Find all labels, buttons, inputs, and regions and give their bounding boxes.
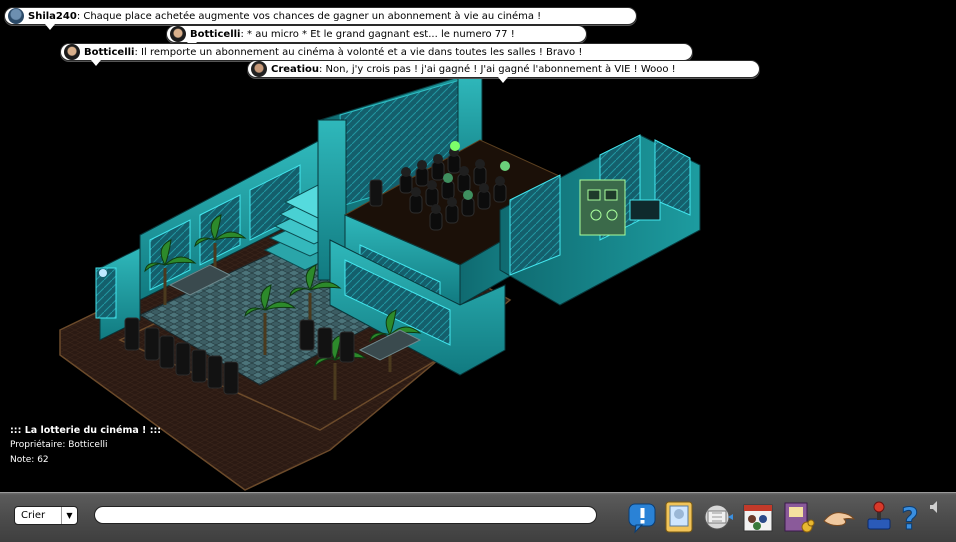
chat-bubble[interactable]: Shila240 : Chaque place achetée augmente… <box>4 7 637 30</box>
room-info-panel: ::: La lotterie du cinéma ! ::: Propriét… <box>10 423 161 468</box>
navigator-icon[interactable] <box>700 499 734 535</box>
chat-username[interactable]: Shila240 <box>28 11 77 22</box>
user-avatar <box>251 61 267 77</box>
avatar-card-icon[interactable] <box>662 499 696 535</box>
chat-username[interactable]: Creatiou <box>271 64 319 75</box>
user-avatar <box>64 44 80 60</box>
help-alert-icon[interactable] <box>626 499 660 535</box>
room-rating-line: Note: 62 <box>10 453 161 468</box>
chat-username[interactable]: Botticelli <box>84 47 134 58</box>
user-avatar <box>170 26 186 42</box>
chat-bubble[interactable]: Creatiou : Non, j'y crois pas ! j'ai gag… <box>247 60 760 83</box>
chat-message: : Il remporte un abonnement au cinéma à … <box>134 46 583 58</box>
room-rating-label: Note: <box>10 455 38 465</box>
room-name: ::: La lotterie du cinéma ! ::: <box>10 425 162 436</box>
chat-message: : Chaque place achetée augmente vos chan… <box>76 10 542 22</box>
chat-mode-value: Crier <box>21 510 46 521</box>
chat-username[interactable]: Botticelli <box>190 29 240 40</box>
help-icon[interactable]: ? <box>893 499 927 536</box>
catalogue-icon[interactable] <box>781 499 815 535</box>
svg-text:?: ? <box>901 502 918 535</box>
chat-message: : Non, j'y crois pas ! j'ai gagné ! J'ai… <box>319 63 676 75</box>
chat-message: : * au micro * Et le grand gagnant est..… <box>240 28 515 40</box>
events-icon[interactable] <box>741 499 775 535</box>
chat-bubble[interactable]: Botticelli : * au micro * Et le grand ga… <box>166 25 587 48</box>
chat-mode-select[interactable]: Crier ▼ <box>14 506 78 525</box>
chevron-down-icon[interactable]: ▼ <box>61 507 77 524</box>
room-rating: 62 <box>37 455 49 465</box>
room-owner[interactable]: Botticelli <box>68 440 107 450</box>
room-owner-label: Propriétaire: <box>10 440 69 450</box>
games-icon[interactable] <box>862 499 896 535</box>
chat-bubble[interactable]: Botticelli : Il remporte un abonnement a… <box>60 43 693 66</box>
hand-icon[interactable] <box>822 499 856 535</box>
user-avatar <box>8 8 24 24</box>
room-owner-line: Propriétaire: Botticelli <box>10 438 161 453</box>
volume-icon[interactable] <box>928 499 942 513</box>
chat-input[interactable] <box>94 506 597 524</box>
bottom-toolbar: Crier ▼ ? <box>0 492 956 542</box>
